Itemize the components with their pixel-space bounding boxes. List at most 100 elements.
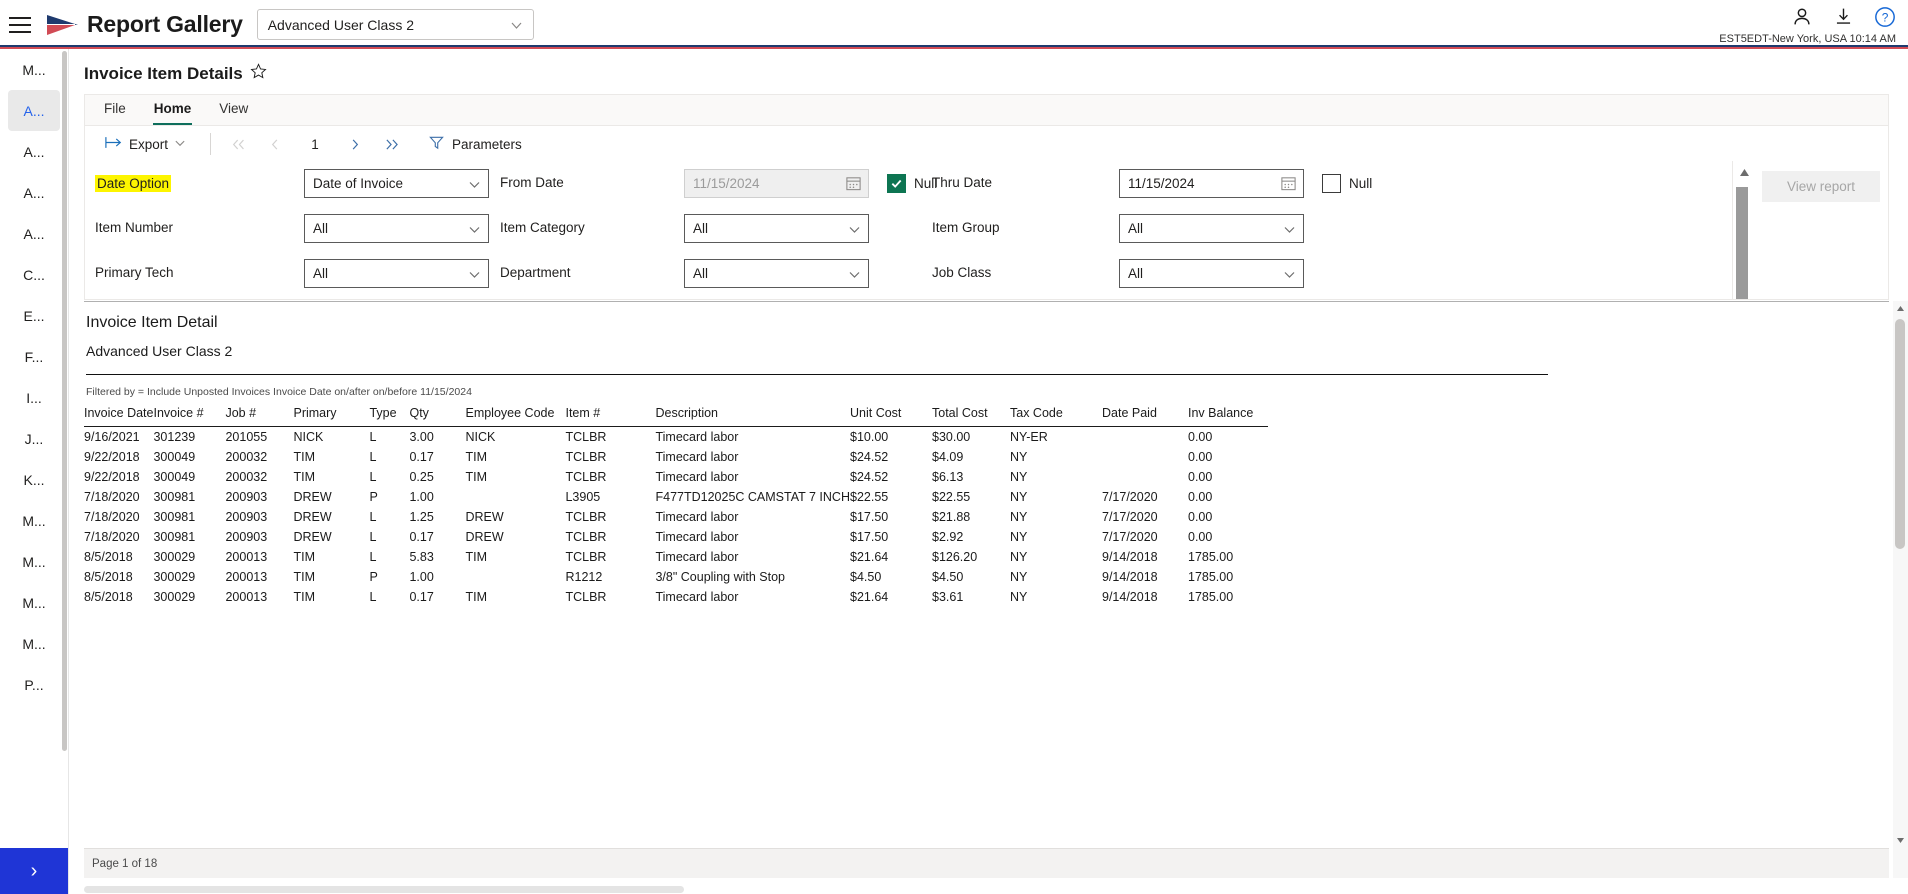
parameter-input-thru-date[interactable]: 11/15/2024 [1119,169,1304,198]
table-cell: $10.00 [850,430,889,444]
table-cell: 300029 [153,570,196,584]
tab-view[interactable]: View [205,95,262,125]
parameter-value: All [1128,266,1144,281]
sidebar-item-5[interactable]: C... [8,254,60,295]
checkbox-box[interactable] [1322,174,1341,193]
view-report-button[interactable]: View report [1762,171,1880,202]
parameter-value: Date of Invoice [313,176,404,191]
ribbon-tabs: File Home View [90,95,262,125]
parameter-input-from-date[interactable]: 11/15/2024 [684,169,869,198]
sidebar-item-8[interactable]: I... [8,377,60,418]
parameter-row: Date Option Date of Invoice From Date 11/15… [85,161,1685,206]
sidebar-item-label: P... [24,676,44,693]
last-page-button[interactable] [373,131,409,157]
first-page-button[interactable] [221,131,257,157]
parameter-input-item-group[interactable]: All [1119,214,1304,243]
parameters-scroll-thumb[interactable] [1736,187,1748,299]
calendar-icon[interactable] [845,175,862,195]
report-scrollbar[interactable] [1893,301,1908,878]
table-cell: 300981 [153,490,196,504]
table-header-cell: Tax Code [1010,406,1063,420]
next-page-button[interactable] [337,131,373,157]
table-header-cell: Invoice # [153,406,204,420]
table-cell: DREW [465,510,504,524]
parameter-input-item-number[interactable]: All [304,214,489,243]
sidebar-expand-button[interactable]: › [0,848,68,894]
parameter-value: All [693,221,709,236]
prev-page-button[interactable] [257,131,293,157]
hamburger-menu-icon[interactable] [9,16,31,33]
sidebar-item-label: A... [23,225,45,242]
sidebar-item-6[interactable]: E... [8,295,60,336]
table-cell: 8/5/2018 [84,550,133,564]
parameter-input-primary-tech[interactable]: All [304,259,489,288]
sidebar-item-13[interactable]: M... [8,582,60,623]
sidebar-item-4[interactable]: A... [8,213,60,254]
parameter-input-item-category[interactable]: All [684,214,869,243]
table-cell: 7/18/2020 [84,490,140,504]
table-cell: NY-ER [1010,430,1048,444]
parameter-input-date-option[interactable]: Date of Invoice [304,169,489,198]
help-question-icon[interactable]: ? [1874,6,1896,31]
tab-file[interactable]: File [90,95,140,125]
app-header: Report Gallery Advanced User Class 2 ? E… [0,0,1908,49]
sidebar-item-12[interactable]: M... [8,541,60,582]
tab-home[interactable]: Home [140,95,206,125]
sidebar-item-2[interactable]: A... [8,131,60,172]
table-cell: DREW [293,530,332,544]
table-cell: 5.83 [409,550,434,564]
export-button[interactable]: Export [99,132,192,156]
parameter-input-department[interactable]: All [684,259,869,288]
table-cell: 200013 [225,570,268,584]
scroll-up-icon[interactable] [1893,301,1908,316]
sidebar-item-9[interactable]: J... [8,418,60,459]
parameters-scrollbar[interactable] [1732,161,1754,299]
sidebar-item-label: M... [22,512,46,529]
sidebar-item-11[interactable]: M... [8,500,60,541]
app-header-right: ? EST5EDT-New York, USA 10:14 AM [1719,0,1896,49]
report-scroll-thumb[interactable] [1895,319,1905,549]
download-icon[interactable] [1833,6,1854,30]
sidebar-item-7[interactable]: F... [8,336,60,377]
parameter-value: 11/15/2024 [1128,176,1195,191]
sidebar-item-1[interactable]: A... [8,90,60,131]
sidebar-item-14[interactable]: M... [8,623,60,664]
table-cell: NY [1010,590,1028,604]
table-row: 7/18/2020 300981 200903 DREW P 1.00 L3905 F477T… [84,487,1268,507]
report-h-scrollbar[interactable] [84,885,1874,894]
chevron-down-icon [468,178,481,194]
table-cell: 7/17/2020 [1102,490,1158,504]
parameters-label: Parameters [452,136,522,152]
sidebar-item-0[interactable]: M... [8,49,60,90]
sidebar-item-3[interactable]: A... [8,172,60,213]
sidebar-scrollbar[interactable] [62,51,67,751]
sidebar-item-15[interactable]: P... [8,664,60,705]
table-cell: TIM [293,590,316,604]
parameter-label-job-class: Job Class [932,265,992,280]
table-cell: 1785.00 [1188,570,1234,584]
person-icon[interactable] [1791,6,1813,31]
star-outline-icon[interactable] [250,63,267,85]
scroll-down-icon[interactable] [1893,833,1908,848]
page-number-input[interactable]: 1 [293,137,337,152]
user-class-selector[interactable]: Advanced User Class 2 [256,9,534,40]
parameters-button[interactable]: Parameters [429,135,522,153]
table-cell [465,567,565,587]
report-h-scroll-thumb[interactable] [84,886,684,893]
triangle-up-icon[interactable] [1737,165,1751,179]
calendar-icon[interactable] [1280,175,1297,195]
checkbox-box[interactable] [887,174,906,193]
sidebar-item-10[interactable]: K... [8,459,60,500]
table-cell: 9/14/2018 [1102,570,1158,584]
page-navigation: 1 [221,131,409,157]
report-title: Invoice Item Detail [86,314,218,331]
parameter-input-job-class[interactable]: All [1119,259,1304,288]
table-cell: DREW [465,530,504,544]
parameter-null-checkbox-from-date[interactable]: Null [887,174,937,193]
table-cell: 200903 [225,510,268,524]
table-row: 8/5/2018 300029 200013 TIM L 0.17 TIM TCLBR Time… [84,587,1268,607]
chevron-down-icon [510,19,523,35]
table-cell: $24.52 [850,470,889,484]
parameter-null-checkbox-thru-date[interactable]: Null [1322,174,1372,193]
table-cell: $4.09 [932,450,964,464]
